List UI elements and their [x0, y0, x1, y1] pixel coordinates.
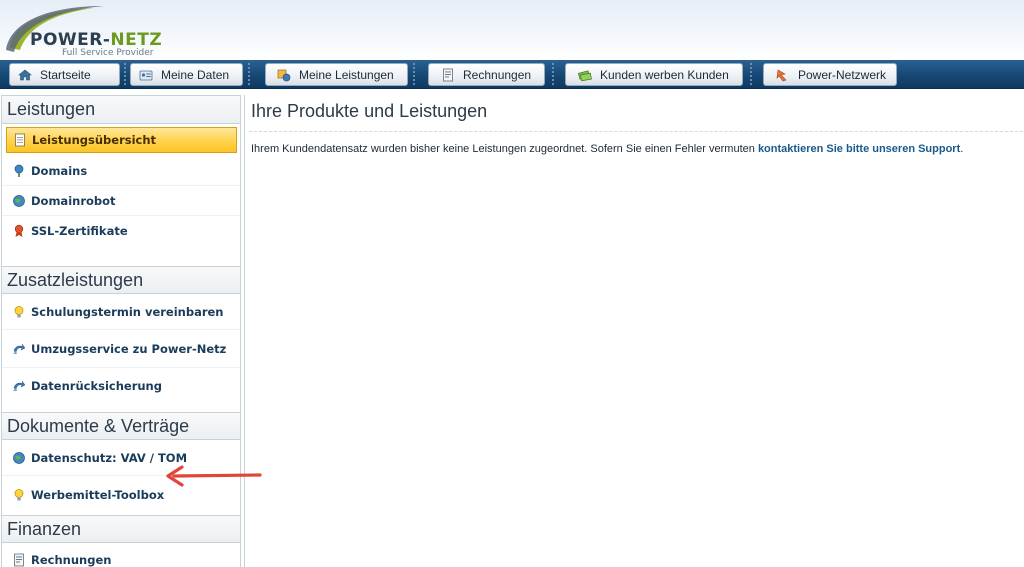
sidebar-item-umzugsservice[interactable]: Umzugsservice zu Power-Netz — [2, 330, 240, 368]
nav-kunden-werben-kunden-button[interactable]: Kunden werben Kunden — [565, 63, 743, 86]
sidebar-item-schulungstermin[interactable]: Schulungstermin vereinbaren — [2, 294, 240, 330]
empty-services-message: Ihrem Kundendatensatz wurden bisher kein… — [251, 143, 963, 155]
globe-icon — [13, 194, 25, 207]
document-icon — [15, 133, 25, 147]
nav-power-netzwerk-button[interactable]: Power-Netzwerk — [763, 63, 897, 86]
nav-meine-daten-button[interactable]: Meine Daten — [130, 63, 243, 86]
nav-label: Rechnungen — [463, 67, 532, 82]
message-end: . — [960, 143, 964, 155]
page-title: Ihre Produkte und Leistungen — [251, 101, 488, 121]
sidebar-section-finanzen: Finanzen — [2, 515, 240, 543]
logo-brand-part2: NETZ — [110, 30, 163, 50]
title-divider — [249, 131, 1023, 132]
nav-separator — [412, 62, 416, 87]
nav-label: Kunden werben Kunden — [600, 67, 729, 82]
contact-support-link[interactable]: kontaktieren Sie bitte unseren Support — [758, 143, 960, 155]
logo-text: POWER-NETZ — [30, 30, 162, 50]
nav-separator — [123, 62, 127, 87]
nav-label: Startseite — [40, 67, 91, 82]
sidebar-item-label: Rechnungen — [31, 553, 112, 567]
header: POWER-NETZ Full Service Provider — [0, 0, 1024, 60]
nav-meine-leistungen-button[interactable]: Meine Leistungen — [265, 63, 408, 86]
globe-icon — [13, 451, 25, 464]
sidebar-item-datenruecksicherung[interactable]: Datenrücksicherung — [2, 368, 240, 404]
sidebar-item-label: Schulungstermin vereinbaren — [31, 304, 224, 319]
sidebar-item-ssl-zertifikate[interactable]: SSL-Zertifikate — [2, 216, 240, 246]
nav-separator — [749, 62, 753, 87]
home-icon — [18, 69, 32, 80]
sidebar-item-domains[interactable]: Domains — [2, 156, 240, 186]
nav-label: Power-Netzwerk — [798, 67, 887, 82]
id-card-icon — [139, 70, 153, 80]
sidebar-item-leistungsuebersicht[interactable]: Leistungsübersicht — [6, 127, 237, 153]
main-nav: Startseite Meine Daten Meine Leistungen … — [0, 60, 1024, 89]
sidebar-section-leistungen: Leistungen — [2, 96, 240, 124]
message-text: Ihrem Kundendatensatz wurden bisher kein… — [251, 143, 758, 155]
sidebar-section-dokumente: Dokumente & Verträge — [2, 412, 240, 440]
network-icon — [776, 69, 787, 81]
sidebar-item-label: SSL-Zertifikate — [31, 224, 128, 238]
nav-rechnungen-button[interactable]: Rechnungen — [428, 63, 545, 86]
invoice-icon — [14, 553, 24, 567]
nav-separator — [247, 62, 251, 87]
transfer-icon — [13, 343, 26, 354]
sidebar-item-label: Umzugsservice zu Power-Netz — [31, 341, 227, 356]
services-icon — [277, 69, 291, 81]
lightbulb-icon — [14, 305, 24, 317]
sidebar: Leistungen Leistungsübersicht Domains Do… — [1, 95, 241, 567]
sidebar-item-rechnungen[interactable]: Rechnungen — [2, 543, 240, 567]
logo-brand-part1: POWER- — [30, 30, 111, 50]
sidebar-item-label: Datenrücksicherung — [31, 379, 162, 393]
transfer-icon — [13, 380, 26, 391]
annotation-arrow-icon — [166, 465, 262, 487]
sidebar-item-domainrobot[interactable]: Domainrobot — [2, 186, 240, 216]
domain-pin-icon — [14, 164, 24, 177]
sidebar-item-label: Werbemittel-Toolbox — [31, 488, 165, 502]
main-content: Ihre Produkte und Leistungen Ihrem Kunde… — [244, 95, 1024, 567]
nav-label: Meine Daten — [161, 67, 230, 82]
nav-separator — [551, 62, 555, 87]
sidebar-item-label: Leistungsübersicht — [32, 133, 157, 147]
invoice-icon — [443, 68, 453, 81]
sidebar-item-label: Domains — [31, 163, 88, 178]
sidebar-item-label: Domainrobot — [31, 193, 116, 208]
sidebar-item-label: Datenschutz: VAV / TOM — [31, 450, 188, 465]
logo[interactable]: POWER-NETZ Full Service Provider — [4, 4, 174, 58]
sidebar-section-zusatzleistungen: Zusatzleistungen — [2, 266, 240, 294]
lightbulb-icon — [14, 489, 24, 501]
money-icon — [578, 69, 592, 81]
nav-startseite-button[interactable]: Startseite — [9, 63, 120, 86]
nav-label: Meine Leistungen — [299, 67, 394, 82]
logo-tagline: Full Service Provider — [62, 48, 154, 58]
certificate-icon — [14, 224, 24, 237]
